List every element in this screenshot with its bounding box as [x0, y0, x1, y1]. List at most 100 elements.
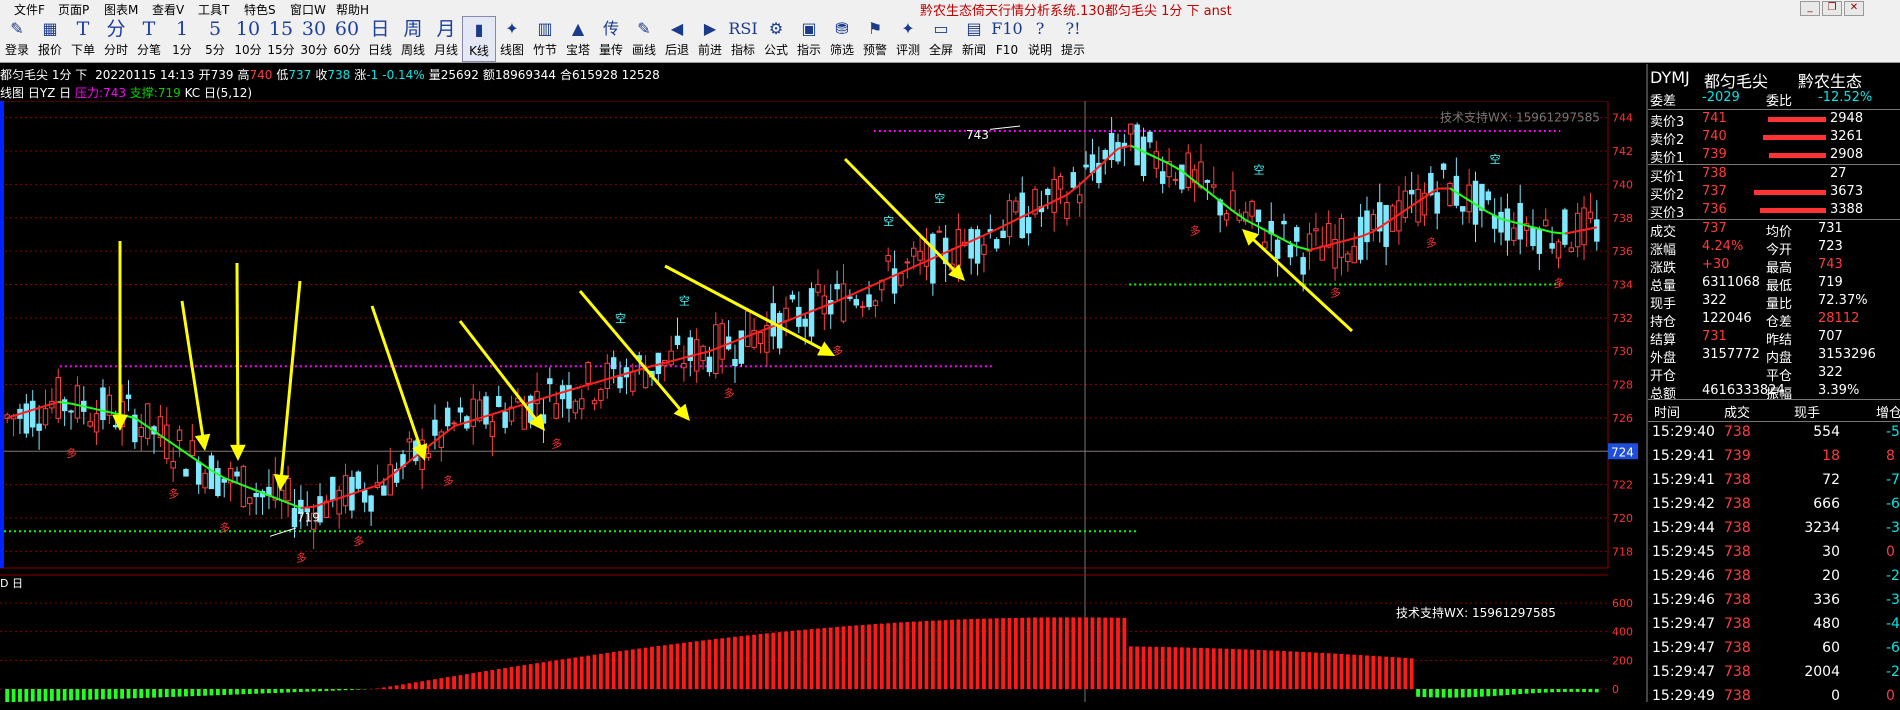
trade-volume: 3234 [1804, 520, 1840, 536]
signal-short-label: 空 [679, 293, 690, 307]
candle-body [777, 313, 781, 348]
toolbar-button-29[interactable]: ▤新闻 [957, 16, 991, 62]
toolbar-button-6[interactable]: 55分 [198, 16, 232, 62]
bar-change-pct: -0.14% [382, 68, 424, 82]
stat-label: 仓差 [1766, 311, 1792, 330]
toolbar-icon: ▦ [33, 16, 67, 42]
stat-label: 均价 [1766, 221, 1792, 240]
candle-body [733, 359, 737, 365]
candle-body [101, 388, 105, 420]
ask-label: 卖价2 [1650, 129, 1684, 148]
toolbar-label: F10 [990, 42, 1024, 58]
toolbar-button-18[interactable]: 传量传 [594, 16, 628, 62]
toolbar-button-10[interactable]: 6060分 [330, 16, 364, 62]
toolbar-button-30[interactable]: F10F10 [990, 16, 1024, 62]
candle-body [484, 397, 488, 424]
candle-body [1461, 207, 1465, 212]
stat-label: 外盘 [1650, 347, 1676, 366]
toolbar-button-0[interactable]: ✎登录 [0, 16, 34, 62]
kline-chart[interactable]: 7447427407387367347327307287267247227207… [0, 101, 1646, 702]
candle-body [982, 245, 986, 255]
toolbar-button-24[interactable]: ▣指示 [792, 16, 826, 62]
stat-label: 内盘 [1766, 347, 1792, 366]
macd-tick-label: 200 [1612, 654, 1633, 667]
toolbar-button-21[interactable]: ▶前进 [693, 16, 727, 62]
trade-volume: 30 [1822, 544, 1840, 560]
toolbar-button-20[interactable]: ◀后退 [660, 16, 694, 62]
toolbar-button-23[interactable]: ⚙公式 [759, 16, 793, 62]
toolbar-button-28[interactable]: ▭全屏 [924, 16, 958, 62]
toolbar-button-31[interactable]: ?说明 [1023, 16, 1057, 62]
trade-oi-change: -72 [1886, 472, 1900, 488]
toolbar-button-16[interactable]: ▥竹节 [528, 16, 562, 62]
candle-body [911, 248, 915, 256]
toolbar-icon: ✦ [495, 16, 529, 42]
trade-oi-change: -20 [1886, 568, 1900, 584]
toolbar-button-13[interactable]: 月月线 [429, 16, 463, 62]
toolbar-button-25[interactable]: ⛃筛选 [825, 16, 859, 62]
candle-body [30, 401, 34, 427]
candle-body [1544, 220, 1548, 226]
toolbar-icon: 月 [429, 16, 463, 42]
trade-row: 15:29:4173872-72 [1648, 472, 1900, 494]
toolbar-button-15[interactable]: ✦线图 [495, 16, 529, 62]
toolbar-button-8[interactable]: 1515分 [264, 16, 298, 62]
toolbar-button-26[interactable]: ⚑预警 [858, 16, 892, 62]
candle-body [994, 240, 998, 248]
bid-price: 738 [1702, 166, 1727, 181]
y-tick-label: 734 [1612, 278, 1633, 291]
toolbar-button-17[interactable]: ▲宝塔 [561, 16, 595, 62]
divider [1648, 219, 1900, 220]
candle-body [331, 477, 335, 499]
candle-body [586, 363, 590, 384]
toolbar-button-7[interactable]: 1010分 [231, 16, 265, 62]
toolbar-label: 宝塔 [561, 42, 595, 58]
weibi-value: -12.52% [1818, 90, 1872, 105]
toolbar-button-27[interactable]: ✦评测 [891, 16, 925, 62]
toolbar-button-32[interactable]: ?!提示 [1056, 16, 1090, 62]
bid-price: 736 [1702, 202, 1727, 217]
toolbar-label: 指标 [726, 42, 760, 58]
toolbar-button-4[interactable]: T分笔 [132, 16, 166, 62]
stat-label: 持仓 [1650, 311, 1676, 330]
toolbar-button-22[interactable]: RSI指标 [726, 16, 760, 62]
toolbar-button-11[interactable]: 日日线 [363, 16, 397, 62]
toolbar-button-9[interactable]: 3030分 [297, 16, 331, 62]
trade-time: 15:29:45 [1652, 544, 1715, 560]
trade-header: 时间 成交 现手 增仓 [1648, 402, 1900, 420]
toolbar-icon: ▭ [924, 16, 958, 42]
candle-body [1141, 137, 1145, 175]
minimize-icon[interactable]: _ [1800, 1, 1820, 16]
macd-watermark-text: 技术支持WX: 15961297585 [1396, 605, 1556, 620]
stat-value: 3.39% [1818, 383, 1859, 398]
toolbar-icon: T [66, 16, 100, 42]
candle-body [1116, 143, 1120, 161]
trade-oi-change: -336 [1886, 592, 1900, 608]
stat-value: 28112 [1818, 311, 1859, 326]
toolbar-button-2[interactable]: T下单 [66, 16, 100, 62]
stat-label: 今开 [1766, 239, 1792, 258]
toolbar-button-3[interactable]: 分分时 [99, 16, 133, 62]
toolbar-icon: T [132, 16, 166, 42]
y-tick-label: 744 [1612, 112, 1633, 125]
toolbar-button-19[interactable]: ✎画线 [627, 16, 661, 62]
toolbar-label: 周线 [396, 42, 430, 58]
candle-body [1250, 201, 1254, 216]
candle-body [1307, 234, 1311, 251]
candle-body [1129, 124, 1133, 134]
candle-body [382, 486, 386, 495]
close-icon[interactable]: ✕ [1844, 1, 1864, 16]
toolbar-label: 线图 [495, 42, 529, 58]
bar-volume: 量25692 [429, 68, 479, 82]
y-tick-label: 736 [1612, 245, 1633, 258]
restore-icon[interactable]: ❐ [1822, 1, 1842, 16]
toolbar-button-5[interactable]: 11分 [165, 16, 199, 62]
toolbar-button-14[interactable]: ▮K线 [462, 16, 496, 62]
toolbar-label: 日线 [363, 42, 397, 58]
candle-body [388, 465, 392, 495]
toolbar-label: 筛选 [825, 42, 859, 58]
toolbar-button-1[interactable]: ▦报价 [33, 16, 67, 62]
candle-body [599, 390, 603, 401]
quote-panel: DYMJ 都匀毛尖 黔农生态 委差 -2029 委比 -12.52% 卖价374… [1646, 64, 1900, 702]
toolbar-button-12[interactable]: 周周线 [396, 16, 430, 62]
